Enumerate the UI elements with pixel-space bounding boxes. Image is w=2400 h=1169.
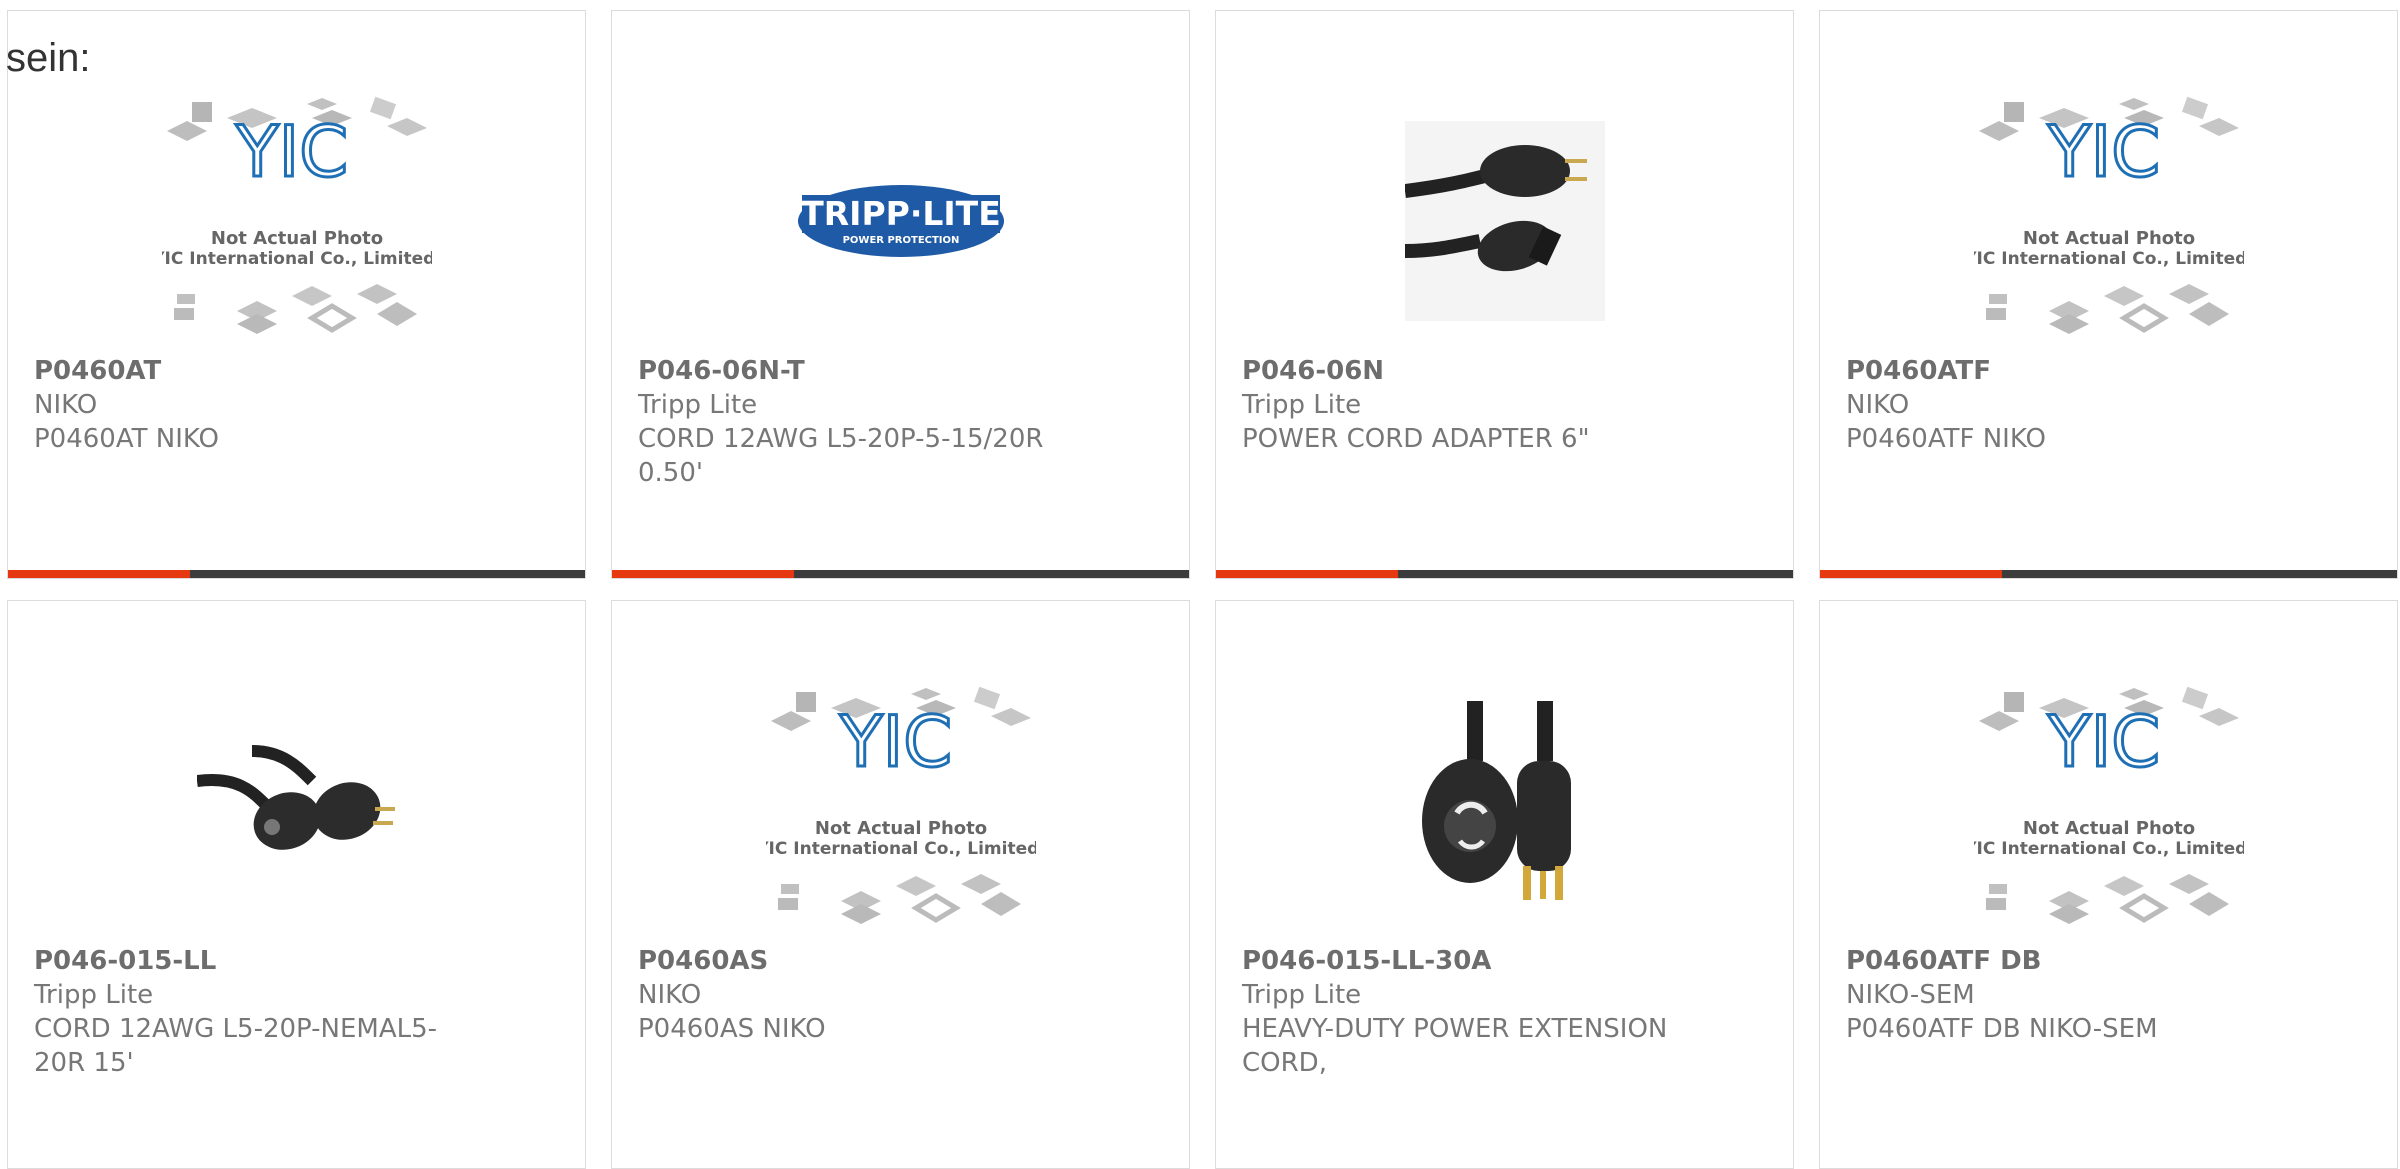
page-intro-text: sein: [6, 36, 91, 80]
svg-text:Not Actual Photo: Not Actual Photo [2022, 228, 2194, 249]
description: P0460ATF NIKO [1846, 424, 2046, 454]
manufacturer: Tripp Lite [1242, 390, 1362, 420]
product-card[interactable]: P046-015-LL Tripp Lite CORD 12AWG L5-20P… [7, 600, 586, 1169]
card-accent-bar [8, 570, 585, 578]
product-image[interactable] [8, 676, 585, 946]
description: P0460ATF DB NIKO-SEM [1846, 1014, 2158, 1044]
svg-text:TRIPP·LITE: TRIPP·LITE [801, 194, 1000, 233]
description: POWER CORD ADAPTER 6" [1242, 424, 1590, 454]
product-image[interactable]: YIC Not Actual Photo YIC International C… [1820, 86, 2397, 356]
description: CORD 12AWG L5-20P-5-15/20R 0.50' [638, 424, 1044, 488]
svg-text:YIC International Co., Limited: YIC International Co., Limited. [162, 249, 432, 269]
description: CORD 12AWG L5-20P-NEMAL5-20R 15' [34, 1014, 438, 1078]
svg-text:POWER PROTECTION: POWER PROTECTION [842, 235, 959, 246]
product-image[interactable]: YIC Not Actual Photo YIC International C… [1820, 676, 2397, 946]
part-number[interactable]: P046-06N-T [638, 354, 1163, 388]
svg-text:Not Actual Photo: Not Actual Photo [2022, 818, 2194, 839]
product-card[interactable]: P046-015-LL-30A Tripp Lite HEAVY-DUTY PO… [1215, 600, 1794, 1169]
svg-text:YIC: YIC [234, 111, 347, 193]
tripp-lite-logo-icon: TRIPP·LITE POWER PROTECTION [797, 185, 1004, 257]
product-card[interactable]: YIC Not Actual Photo YIC International C… [611, 600, 1190, 1169]
card-accent-bar [612, 570, 1189, 578]
svg-text:Not Actual Photo: Not Actual Photo [210, 228, 382, 249]
manufacturer: Tripp Lite [638, 390, 758, 420]
svg-text:YIC: YIC [838, 701, 951, 783]
part-number[interactable]: P0460AS [638, 944, 1163, 978]
yic-placeholder-icon: YIC Not Actual Photo YIC International C… [1974, 96, 2244, 334]
manufacturer: Tripp Lite [1242, 980, 1362, 1010]
yic-placeholder-icon: YIC Not Actual Photo YIC International C… [1974, 686, 2244, 924]
description: HEAVY-DUTY POWER EXTENSION CORD, [1242, 1014, 1668, 1078]
description: P0460AT NIKO [34, 424, 219, 454]
yic-placeholder-icon: YIC Not Actual Photo YIC International C… [162, 96, 432, 334]
heavy-duty-cord-icon [1421, 701, 1571, 900]
svg-text:YIC: YIC [2046, 701, 2159, 783]
power-cord-adapter-icon [1404, 121, 1605, 321]
product-card[interactable]: YIC Not Actual Photo YIC International C… [1819, 600, 2398, 1169]
product-image[interactable] [1216, 676, 1793, 946]
card-accent-bar [1216, 570, 1793, 578]
product-image[interactable]: YIC Not Actual Photo YIC International C… [612, 676, 1189, 946]
svg-text:YIC: YIC [2046, 111, 2159, 193]
part-number[interactable]: P046-015-LL [34, 944, 559, 978]
product-card[interactable]: TRIPP·LITE POWER PROTECTION P046-06N-T T… [611, 10, 1190, 579]
part-number[interactable]: P046-015-LL-30A [1242, 944, 1767, 978]
manufacturer: NIKO [1846, 390, 1910, 420]
product-card[interactable]: YIC Not Actual Photo YIC International C… [1819, 10, 2398, 579]
manufacturer: Tripp Lite [34, 980, 154, 1010]
description: P0460AS NIKO [638, 1014, 826, 1044]
manufacturer: NIKO [34, 390, 98, 420]
svg-text:Not Actual Photo: Not Actual Photo [814, 818, 986, 839]
part-number[interactable]: P0460ATF DB [1846, 944, 2371, 978]
product-card[interactable]: P046-06N Tripp Lite POWER CORD ADAPTER 6… [1215, 10, 1794, 579]
svg-text:YIC International Co., Limited: YIC International Co., Limited. [1974, 249, 2244, 269]
card-accent-bar [1820, 570, 2397, 578]
locking-cord-icon [196, 745, 395, 850]
svg-text:YIC International Co., Limited: YIC International Co., Limited. [1974, 839, 2244, 859]
manufacturer: NIKO [638, 980, 702, 1010]
product-image[interactable]: YIC Not Actual Photo YIC International C… [8, 86, 585, 356]
product-card[interactable]: YIC Not Actual Photo YIC International C… [7, 10, 586, 579]
svg-text:YIC International Co., Limited: YIC International Co., Limited. [766, 839, 1036, 859]
yic-placeholder-icon: YIC Not Actual Photo YIC International C… [766, 686, 1036, 924]
part-number[interactable]: P0460AT [34, 354, 559, 388]
manufacturer: NIKO-SEM [1846, 980, 1975, 1010]
part-number[interactable]: P046-06N [1242, 354, 1767, 388]
product-image[interactable]: TRIPP·LITE POWER PROTECTION [612, 86, 1189, 356]
part-number[interactable]: P0460ATF [1846, 354, 2371, 388]
product-image[interactable] [1216, 86, 1793, 356]
